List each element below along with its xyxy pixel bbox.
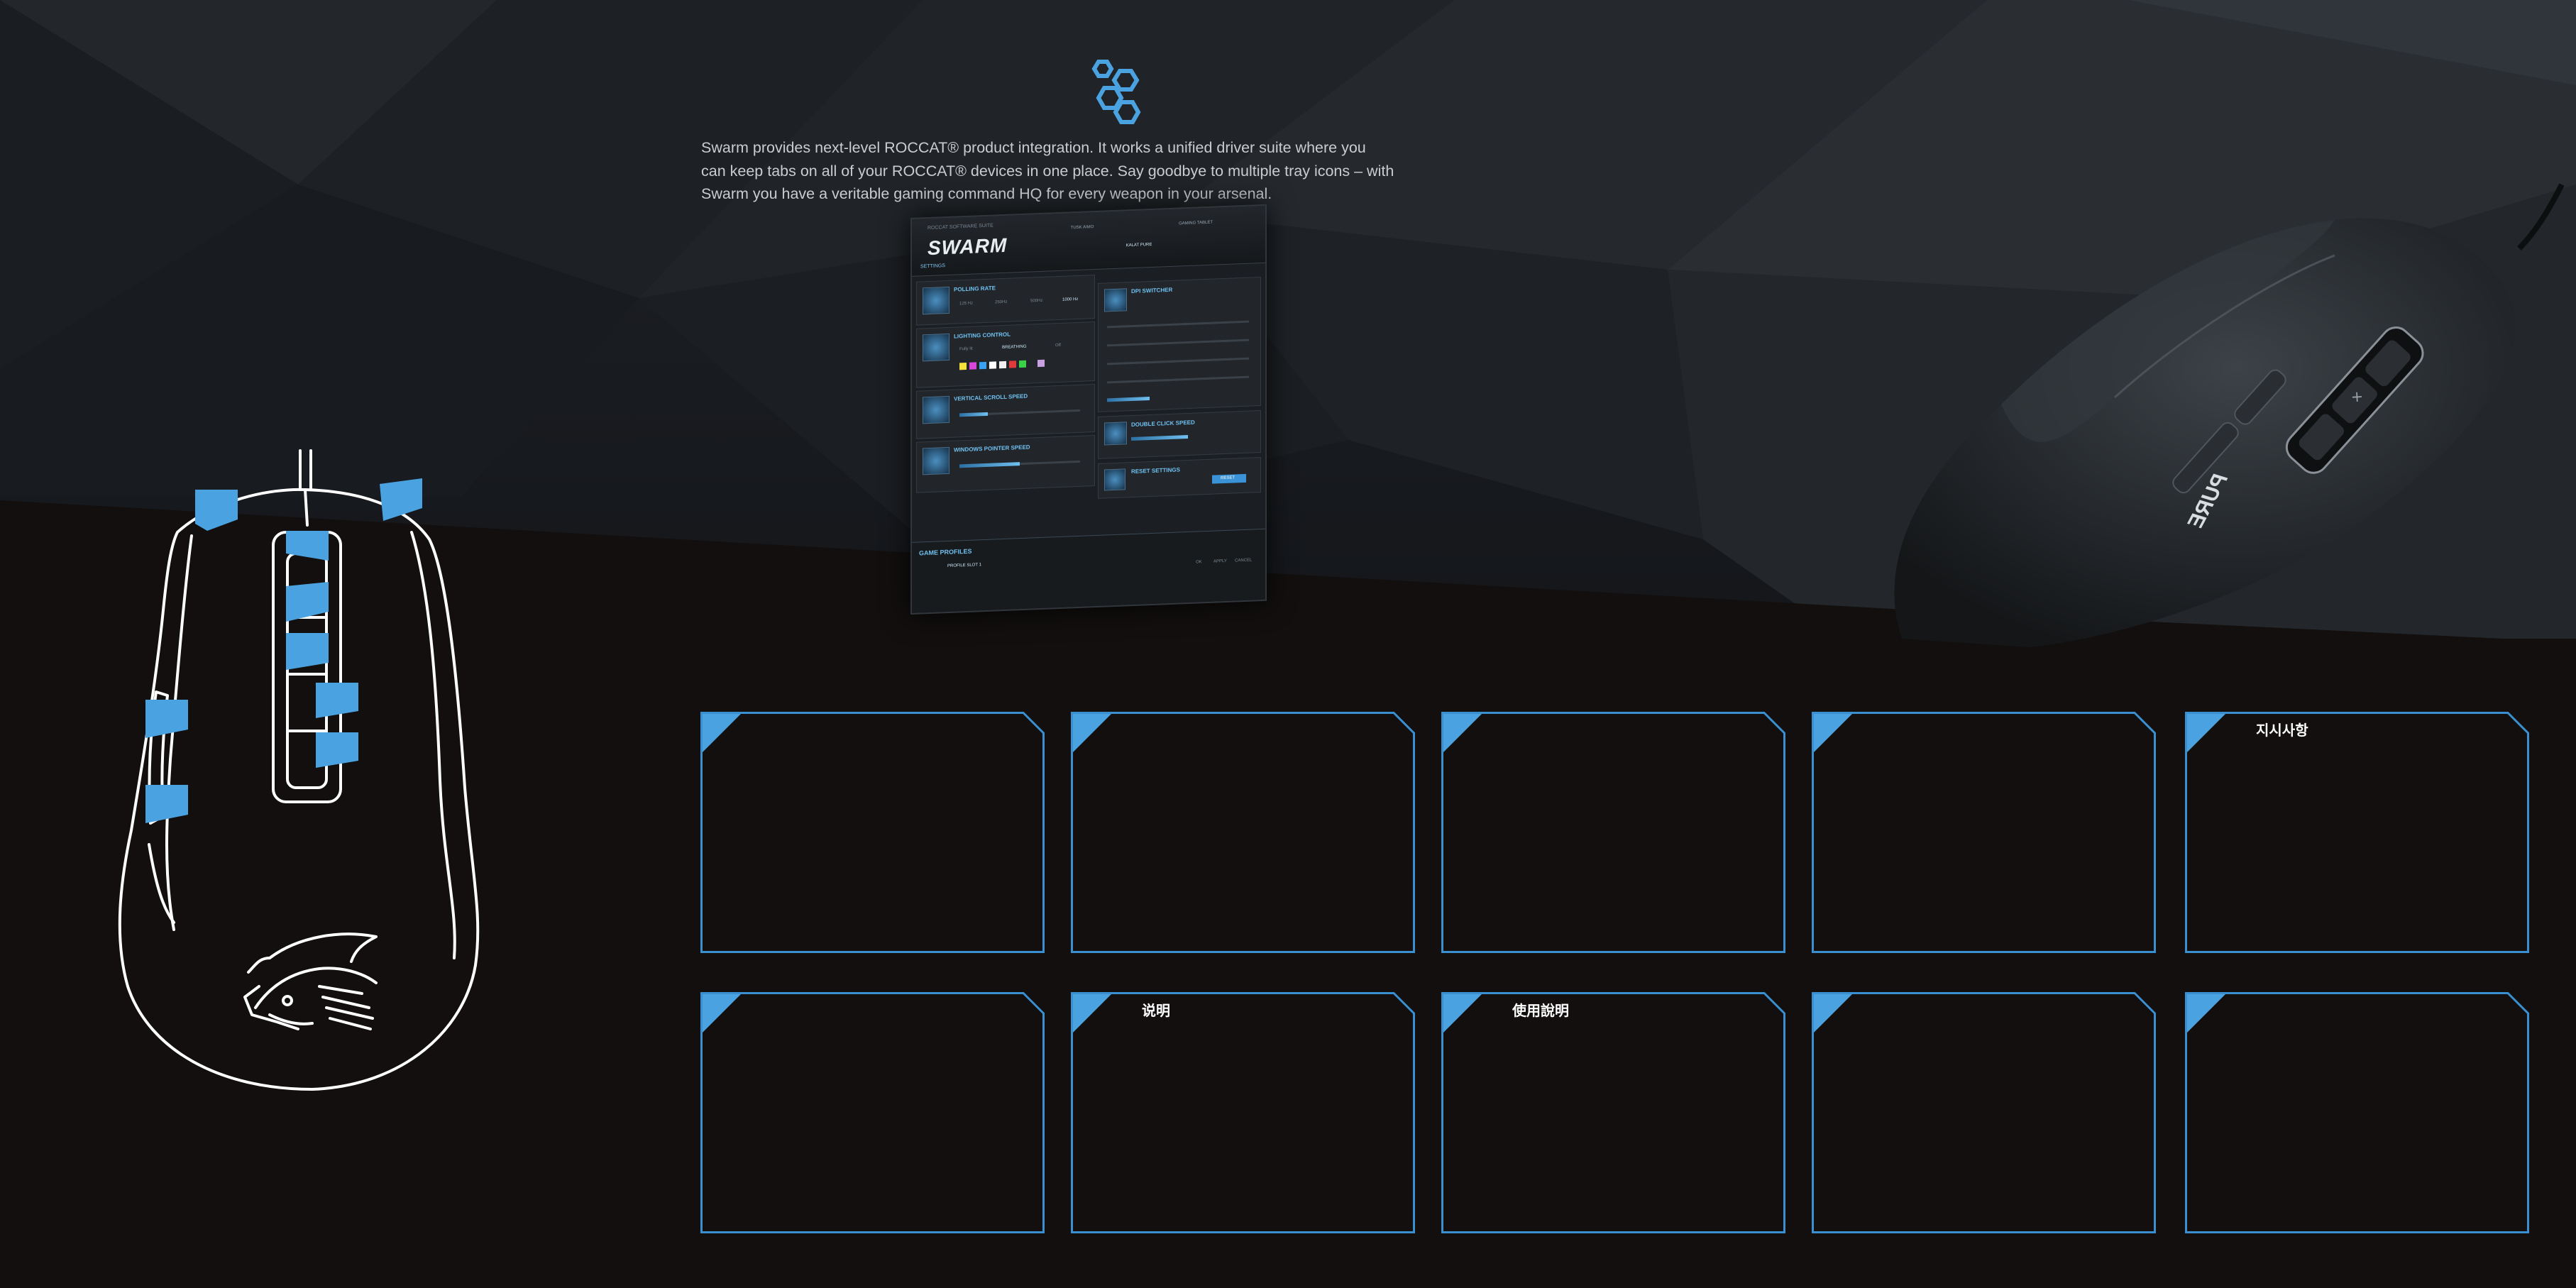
option-label: Fully lit: [959, 346, 973, 352]
settings-tab: SETTINGS: [920, 263, 946, 270]
option-label: 125 Hz: [959, 301, 974, 307]
panel-double-click-speed: DOUBLE CLICK SPEED: [1098, 410, 1261, 459]
dpi-track: [1107, 338, 1249, 347]
color-swatch: [979, 361, 986, 370]
swarm-hexagon-logo-icon: [1086, 58, 1157, 129]
swarm-software-screenshot: ROCCAT SOFTWARE SUITE SWARM TUSK AIMO KA…: [910, 204, 1267, 615]
instruction-box: 说明: [1071, 992, 1415, 1233]
box-frame: [1071, 992, 1415, 1233]
instruction-box: [1812, 712, 2156, 953]
color-swatch: [1019, 360, 1026, 368]
panel-windows-pointer-speed: WINDOWS POINTER SPEED: [916, 435, 1095, 493]
color-swatch: [959, 362, 967, 370]
box-frame: [1812, 712, 2156, 953]
scroll-icon: [923, 395, 950, 424]
panel-title: LIGHTING CONTROL: [954, 331, 1011, 340]
dpi-track: [1107, 357, 1249, 365]
box-frame: [1812, 992, 2156, 1233]
panel-title: DOUBLE CLICK SPEED: [1131, 419, 1195, 429]
slider-fill: [1131, 434, 1188, 441]
device-tab: GAMING TABLET: [1178, 220, 1213, 226]
option-label: 250Hz: [995, 299, 1008, 305]
panel-dpi-switcher: DPI SWITCHER: [1098, 277, 1261, 412]
mouse-outline-diagram: [106, 447, 490, 1107]
dpi-track: [1107, 375, 1249, 384]
game-profiles-footer: GAME PROFILES PROFILE SLOT 1 OK APPLY CA…: [912, 528, 1265, 614]
profile-slot: PROFILE SLOT 1: [947, 563, 981, 569]
box-frame: [700, 712, 1045, 953]
color-swatch: [999, 360, 1006, 369]
pointer-icon: [923, 446, 950, 475]
instruction-box: [1812, 992, 2156, 1233]
lighting-icon: [923, 333, 950, 362]
reset-button-label: RESET: [1221, 475, 1235, 481]
color-swatch: [1037, 359, 1045, 368]
slider-fill: [959, 462, 1020, 468]
option-label: 500Hz: [1030, 298, 1043, 304]
swarm-header-small: ROCCAT SOFTWARE SUITE: [928, 223, 993, 231]
color-swatch: [989, 361, 996, 369]
instruction-box: [700, 992, 1045, 1233]
intro-line-2: can keep tabs on all of your ROCCAT® dev…: [701, 162, 1394, 180]
swarm-brand: SWARM: [928, 233, 1008, 260]
panel-lighting-control: LIGHTING CONTROL Fully lit BREATHING Off: [916, 321, 1095, 388]
option-label: Off: [1055, 343, 1061, 348]
footer-title: GAME PROFILES: [919, 547, 972, 557]
intro-line-3: Swarm you have a veritable gaming comman…: [701, 185, 1272, 202]
option-label: BREATHING: [1002, 344, 1027, 351]
panel-title: DPI SWITCHER: [1131, 286, 1173, 295]
dpi-fill: [1107, 397, 1150, 402]
reset-icon: [1104, 468, 1125, 491]
mouse-product-photo: ✕ PURE: [1817, 170, 2576, 653]
panel-title: RESET SETTINGS: [1131, 466, 1180, 475]
panel-vertical-scroll-speed: VERTICAL SCROLL SPEED: [916, 384, 1095, 439]
box-frame: [1071, 712, 1415, 953]
footer-button: APPLY: [1213, 558, 1227, 564]
box-label: 使用說明: [1512, 1002, 1569, 1019]
swarm-intro-paragraph: Swarm provides next-level ROCCAT® produc…: [701, 136, 1453, 206]
color-swatch: [1009, 360, 1016, 368]
intro-line-1: Swarm provides next-level ROCCAT® produc…: [701, 139, 1366, 156]
panel-title: VERTICAL SCROLL SPEED: [954, 392, 1028, 402]
dpi-track: [1107, 320, 1249, 329]
instruction-box: [700, 712, 1045, 953]
instruction-box: [1071, 712, 1415, 953]
device-tab-active: KALAT PURE: [1125, 242, 1152, 248]
panel-reset-settings: RESET SETTINGS RESET: [1098, 457, 1261, 499]
instruction-box: 지시사항: [2185, 712, 2529, 953]
instruction-box: [2185, 992, 2529, 1233]
double-click-icon: [1104, 422, 1127, 446]
dpi-icon: [1104, 288, 1127, 312]
box-frame: [700, 992, 1045, 1233]
device-tab: TUSK AIMO: [1070, 225, 1094, 231]
footer-button: CANCEL: [1235, 558, 1253, 563]
panel-title: WINDOWS POINTER SPEED: [954, 444, 1030, 453]
polling-rate-icon: [923, 286, 950, 315]
box-frame: [2185, 992, 2529, 1233]
box-frame: [1441, 992, 1785, 1233]
panel-polling-rate: POLLING RATE 125 Hz 250Hz 500Hz 1000 Hz: [916, 275, 1095, 326]
box-frame: [2185, 712, 2529, 953]
color-swatch: [969, 362, 976, 370]
instruction-box: 使用說明: [1441, 992, 1785, 1233]
box-label: 说明: [1142, 1002, 1170, 1019]
panel-title: POLLING RATE: [954, 285, 996, 293]
swarm-header: ROCCAT SOFTWARE SUITE SWARM TUSK AIMO KA…: [912, 205, 1265, 277]
slider-fill: [959, 412, 988, 417]
instruction-box: [1441, 712, 1785, 953]
box-label: 지시사항: [2256, 722, 2308, 739]
footer-button: OK: [1196, 560, 1202, 565]
box-frame: [1441, 712, 1785, 953]
option-label: 1000 Hz: [1062, 297, 1079, 302]
